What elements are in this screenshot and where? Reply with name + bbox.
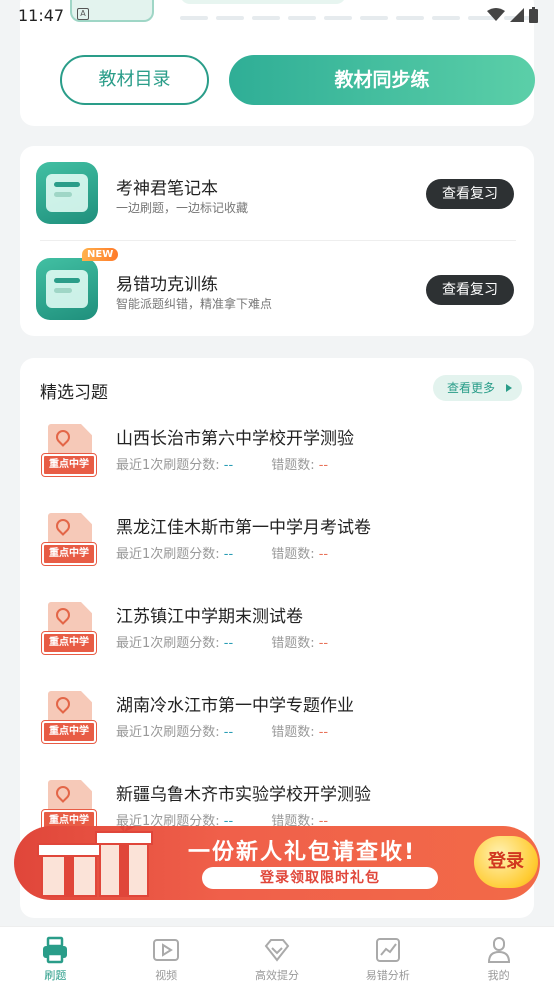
login-button[interactable]: 登录	[474, 836, 538, 888]
signal-icon	[510, 8, 524, 22]
wifi-icon	[487, 8, 505, 21]
divider	[40, 240, 516, 241]
tab-label: 易错分析	[365, 969, 410, 982]
exercise-stats: 最近1次刷题分数: -- 错题数: --	[116, 547, 329, 562]
sync-practice-button[interactable]: 教材同步练	[229, 55, 535, 105]
view-more-label: 查看更多	[447, 381, 496, 395]
tools-card: 考神君笔记本 一边刷题，一边标记收藏 查看复习 NEW 易错功克训练 智能派题纠…	[20, 146, 534, 336]
catalog-button[interactable]: 教材目录	[60, 55, 209, 105]
sim-icon: A	[77, 8, 89, 20]
school-paper-icon: 重点中学	[41, 691, 97, 747]
exercise-name: 湖南冷水江市第一中学专题作业	[116, 696, 354, 716]
tab-profile[interactable]: 我的	[443, 927, 554, 984]
tag-label: 重点中学	[41, 542, 97, 566]
exercise-name: 山西长治市第六中学校开学测验	[116, 429, 354, 449]
notebook-row[interactable]: 考神君笔记本 一边刷题，一边标记收藏 查看复习	[36, 146, 518, 226]
tool-name: 考神君笔记本	[116, 179, 218, 199]
training-row[interactable]: NEW 易错功克训练 智能派题纠错，精准拿下难点 查看复习	[36, 242, 518, 322]
exercise-item[interactable]: 重点中学 山西长治市第六中学校开学测验 最近1次刷题分数: -- 错题数: --	[40, 420, 520, 500]
new-user-promo-banner[interactable]: 一份新人礼包请查收! 登录领取限时礼包 登录	[14, 826, 540, 900]
exercise-name: 新疆乌鲁木齐市实验学校开学测验	[116, 785, 371, 805]
chart-icon	[375, 938, 400, 962]
school-paper-icon: 重点中学	[41, 602, 97, 658]
training-icon	[36, 258, 98, 320]
training-review-button[interactable]: 查看复习	[426, 275, 514, 305]
exercise-item[interactable]: 重点中学 黑龙江佳木斯市第一中学月考试卷 最近1次刷题分数: -- 错题数: --	[40, 509, 520, 589]
tab-label: 视频	[155, 969, 178, 982]
exercise-name: 江苏镇江中学期末测试卷	[116, 607, 303, 627]
user-icon	[487, 937, 510, 963]
tag-label: 重点中学	[41, 720, 97, 744]
tool-name: 易错功克训练	[116, 275, 218, 295]
battery-icon	[529, 7, 538, 23]
promo-title: 一份新人礼包请查收!	[188, 840, 417, 865]
school-paper-icon: 重点中学	[41, 513, 97, 569]
tab-practice[interactable]: 刷题	[0, 927, 111, 984]
promo-subtitle: 登录领取限时礼包	[202, 867, 438, 889]
section-title: 精选习题	[40, 383, 108, 403]
tag-label: 重点中学	[41, 631, 97, 655]
new-badge: NEW	[82, 248, 119, 261]
tab-error-analysis[interactable]: 易错分析	[332, 927, 443, 984]
status-time: 11:47	[18, 6, 65, 25]
tag-label: 重点中学	[41, 453, 97, 477]
diamond-icon	[264, 939, 290, 962]
exercise-stats: 最近1次刷题分数: -- 错题数: --	[116, 458, 329, 473]
status-icons	[487, 7, 538, 23]
video-icon	[153, 939, 180, 961]
tab-video[interactable]: 视频	[111, 927, 222, 984]
exercise-stats: 最近1次刷题分数: -- 错题数: --	[116, 725, 329, 740]
notebook-icon	[36, 162, 98, 224]
tab-label: 我的	[487, 969, 510, 982]
printer-icon	[43, 936, 68, 964]
bottom-nav: 刷题 视频 高效提分 易错分析 我的	[0, 926, 554, 984]
tool-desc: 智能派题纠错，精准拿下难点	[116, 297, 273, 311]
view-more-button[interactable]: 查看更多	[433, 375, 522, 401]
exercise-item[interactable]: 重点中学 江苏镇江中学期末测试卷 最近1次刷题分数: -- 错题数: --	[40, 598, 520, 678]
gift-box-icon	[37, 826, 153, 897]
tool-desc: 一边刷题，一边标记收藏	[116, 201, 249, 215]
tab-label: 高效提分	[254, 969, 299, 982]
status-bar: 11:47 A	[0, 0, 554, 32]
tab-score-boost[interactable]: 高效提分	[222, 927, 333, 984]
caret-right-icon	[506, 384, 512, 392]
notebook-review-button[interactable]: 查看复习	[426, 179, 514, 209]
tab-label: 刷题	[44, 969, 67, 982]
exercise-stats: 最近1次刷题分数: -- 错题数: --	[116, 636, 329, 651]
exercise-name: 黑龙江佳木斯市第一中学月考试卷	[116, 518, 371, 538]
school-paper-icon: 重点中学	[41, 424, 97, 480]
exercise-item[interactable]: 重点中学 湖南冷水江市第一中学专题作业 最近1次刷题分数: -- 错题数: --	[40, 687, 520, 767]
